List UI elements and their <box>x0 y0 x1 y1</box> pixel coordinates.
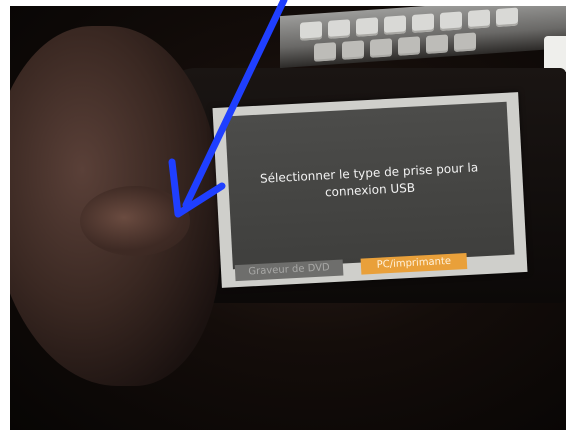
arrow-shaft <box>182 0 288 209</box>
annotation-arrow <box>168 0 288 218</box>
